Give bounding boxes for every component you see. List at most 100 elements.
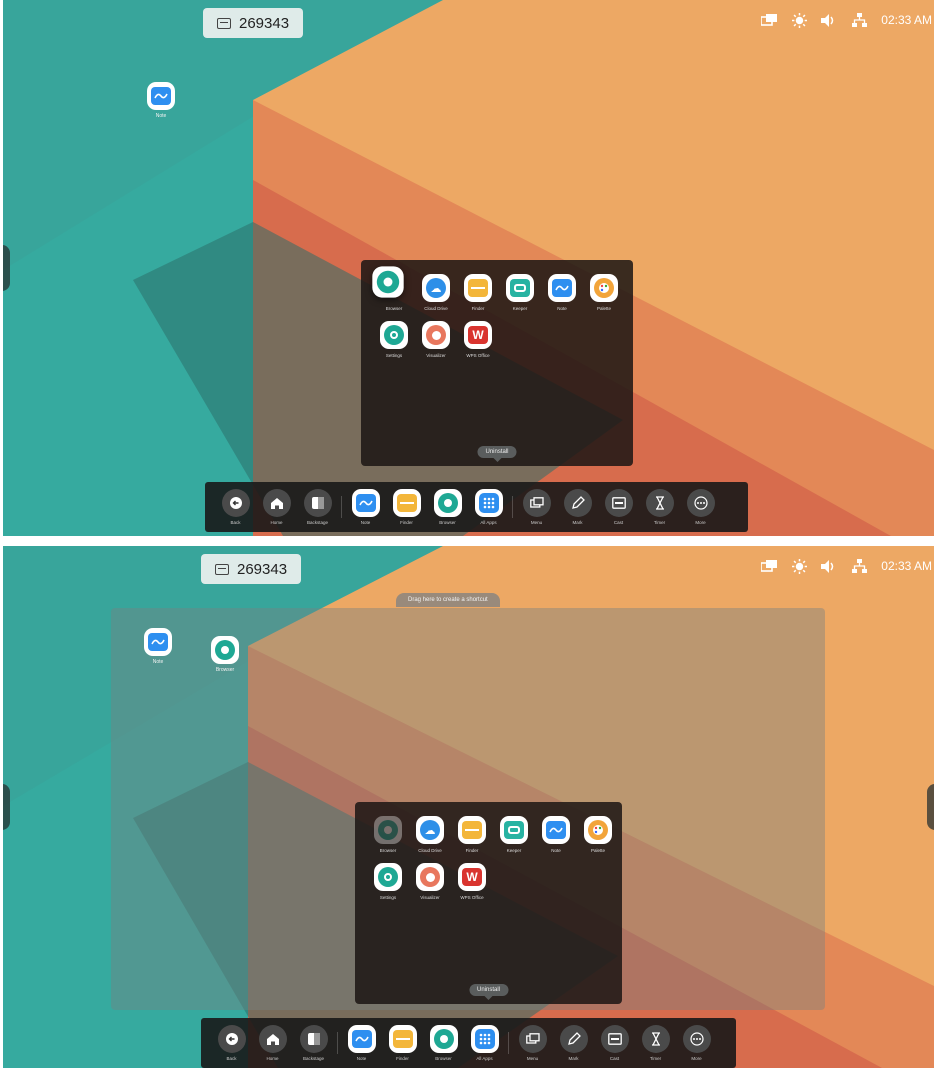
- app-label: Settings: [379, 895, 397, 900]
- app-browser[interactable]: Browser: [372, 266, 415, 311]
- desktop-shortcut-browser[interactable]: Browser: [200, 636, 250, 673]
- app-settings[interactable]: Settings: [373, 321, 415, 358]
- dock-label: More: [691, 1056, 702, 1061]
- app-note[interactable]: Note: [541, 274, 583, 311]
- app-cloud-drive[interactable]: ☁ Cloud Drive: [415, 274, 457, 311]
- app-label: Palette: [590, 848, 605, 853]
- dock-home[interactable]: Home: [252, 1025, 293, 1061]
- desktop-shortcut-note[interactable]: Note: [133, 628, 183, 665]
- browser-icon: [374, 816, 402, 844]
- palette-icon: [584, 816, 612, 844]
- network-icon[interactable]: [851, 559, 867, 573]
- volume-icon[interactable]: [821, 559, 837, 573]
- uninstall-target[interactable]: Uninstall: [477, 446, 517, 462]
- all-apps-icon: [474, 489, 503, 517]
- room-code-badge[interactable]: 269343: [203, 8, 304, 38]
- dock-browser[interactable]: Browser: [427, 489, 468, 525]
- palette-icon: [590, 274, 618, 302]
- clock: 02:33 AM: [881, 559, 932, 573]
- dock-mark[interactable]: Mark: [553, 1025, 594, 1061]
- all-apps-icon: [470, 1025, 499, 1053]
- app-palette[interactable]: Palette: [577, 816, 619, 853]
- app-label: Cloud Drive: [424, 306, 448, 311]
- app-note[interactable]: Note: [535, 816, 577, 853]
- app-label: Keeper: [512, 306, 528, 311]
- app-keeper[interactable]: Keeper: [493, 816, 535, 853]
- dock-menu[interactable]: Menu: [512, 1025, 553, 1061]
- dock-note[interactable]: Note: [341, 1025, 382, 1061]
- app-finder[interactable]: Finder: [451, 816, 493, 853]
- desktop-shortcut-note[interactable]: Note: [136, 82, 186, 119]
- network-icon[interactable]: [851, 13, 867, 27]
- dock-cast[interactable]: Cast: [594, 1025, 635, 1061]
- dock-cast[interactable]: Cast: [598, 489, 639, 525]
- app-wps-office[interactable]: W WPS Office: [451, 863, 493, 900]
- dock-more[interactable]: More: [676, 1025, 717, 1061]
- keeper-icon: [506, 274, 534, 302]
- app-label: WPS Office: [466, 353, 490, 358]
- app-visualizer[interactable]: Visualizer: [409, 863, 451, 900]
- more-icon: [686, 489, 715, 517]
- side-panel-handle-left[interactable]: [3, 784, 10, 830]
- dock-backstage[interactable]: Backstage: [297, 489, 338, 525]
- volume-icon[interactable]: [821, 13, 837, 27]
- app-visualizer[interactable]: Visualizer: [415, 321, 457, 358]
- timer-icon: [645, 489, 674, 517]
- dock: Back Home Backstage Note Finder Browser …: [201, 1018, 736, 1068]
- dock-back[interactable]: Back: [215, 489, 256, 525]
- uninstall-target[interactable]: Uninstall: [468, 984, 509, 1000]
- dock-timer[interactable]: Timer: [635, 1025, 676, 1061]
- finder-icon: [458, 816, 486, 844]
- dock-label: Note: [360, 520, 371, 525]
- finder-icon: [392, 489, 421, 517]
- app-wps-office[interactable]: W WPS Office: [457, 321, 499, 358]
- dock-more[interactable]: More: [680, 489, 721, 525]
- screen-share-icon[interactable]: [761, 559, 778, 573]
- app-browser[interactable]: Browser: [367, 816, 409, 853]
- app-keeper[interactable]: Keeper: [499, 274, 541, 311]
- dock-browser[interactable]: Browser: [423, 1025, 464, 1061]
- app-settings[interactable]: Settings: [367, 863, 409, 900]
- screen-share-icon[interactable]: [761, 13, 778, 27]
- desktop-shortcut-label: Browser: [215, 667, 235, 673]
- desktop-shortcut-label: Note: [152, 659, 164, 665]
- dock-backstage[interactable]: Backstage: [293, 1025, 334, 1061]
- dock: Back Home Backstage Note Finder Browser …: [205, 482, 748, 532]
- side-panel-handle-right[interactable]: [927, 784, 934, 830]
- dock-mark[interactable]: Mark: [557, 489, 598, 525]
- app-cloud-drive[interactable]: ☁ Cloud Drive: [409, 816, 451, 853]
- dock-all-apps[interactable]: All Apps: [464, 1025, 505, 1061]
- more-icon: [682, 1025, 711, 1053]
- app-label: Browser: [379, 848, 397, 853]
- app-palette[interactable]: Palette: [583, 274, 625, 311]
- dock-all-apps[interactable]: All Apps: [468, 489, 509, 525]
- dock-timer[interactable]: Timer: [639, 489, 680, 525]
- dock-back[interactable]: Back: [211, 1025, 252, 1061]
- visualizer-icon: [422, 321, 450, 349]
- cast-icon: [604, 489, 633, 517]
- dock-note[interactable]: Note: [345, 489, 386, 525]
- dock-home[interactable]: Home: [256, 489, 297, 525]
- room-code-badge[interactable]: 269343: [201, 554, 302, 584]
- brightness-icon[interactable]: [791, 558, 807, 574]
- dock-label: All Apps: [476, 1056, 493, 1061]
- note-icon: [542, 816, 570, 844]
- brightness-icon[interactable]: [791, 12, 807, 28]
- dock-label: Note: [356, 1056, 367, 1061]
- dock-label: Back: [230, 520, 241, 525]
- dock-menu[interactable]: Menu: [516, 489, 557, 525]
- desktop-shortcut-label: Note: [155, 113, 167, 119]
- side-panel-handle-left[interactable]: [3, 245, 10, 291]
- dock-label: Browser: [435, 1056, 452, 1061]
- drag-hint: Drag here to create a shortcut: [396, 593, 500, 607]
- dock-finder[interactable]: Finder: [386, 489, 427, 525]
- dock-label: Cast: [609, 1056, 620, 1061]
- app-grid: Browser ☁ Cloud Drive Finder Keeper Note…: [372, 266, 625, 358]
- room-code: 269343: [237, 560, 288, 578]
- dock-separator: [508, 1032, 509, 1054]
- dock-label: Home: [266, 1056, 279, 1061]
- app-finder[interactable]: Finder: [457, 274, 499, 311]
- dock-finder[interactable]: Finder: [382, 1025, 423, 1061]
- app-label: Palette: [596, 306, 611, 311]
- backstage-icon: [299, 1025, 328, 1053]
